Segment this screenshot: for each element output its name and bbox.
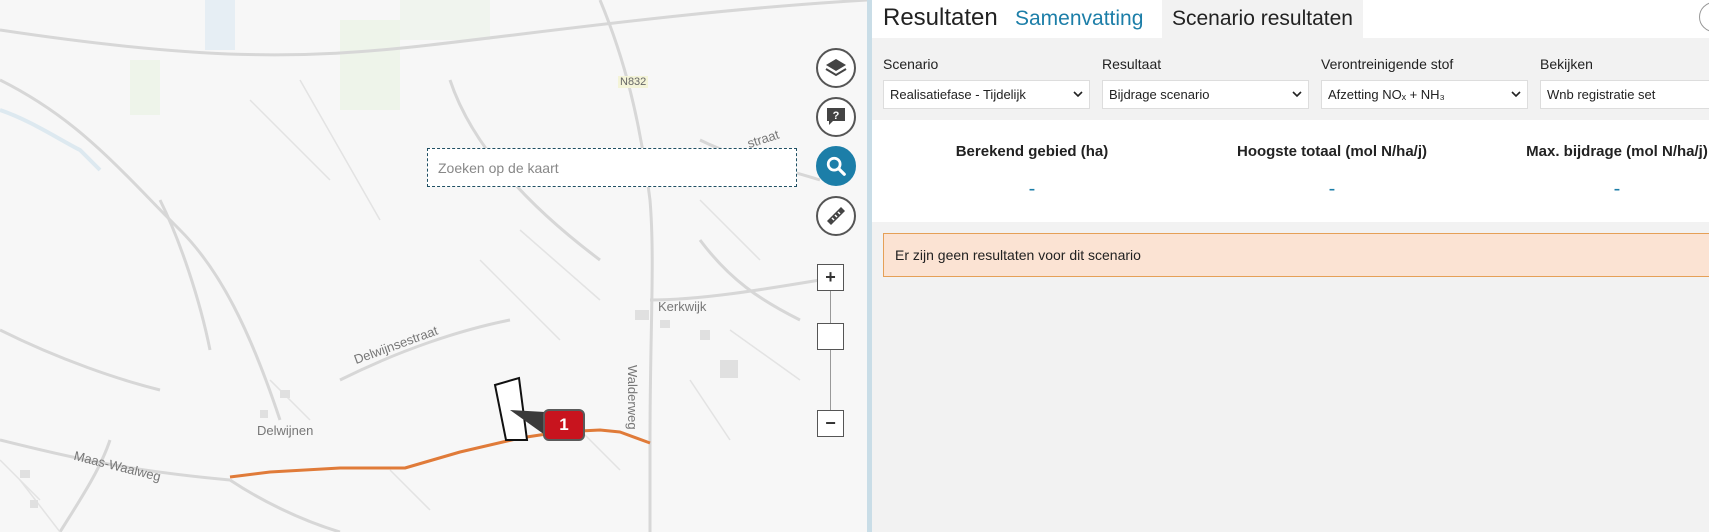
stat-max-contribution-label: Max. bijdrage (mol N/ha/j) [1526, 143, 1708, 160]
chevron-down-icon [1292, 91, 1302, 98]
panel-header: Resultaten Samenvatting Scenario resulta… [872, 0, 1709, 38]
no-results-notice: Er zijn geen resultaten voor dit scenari… [883, 233, 1709, 277]
scenario-select[interactable]: Realisatiefase - Tijdelijk [883, 80, 1090, 109]
zoom-track [830, 278, 831, 422]
map-basemap [0, 0, 867, 532]
map-search-input[interactable] [438, 159, 786, 176]
stat-calculated-area-value: - [1028, 178, 1036, 200]
place-label-delwijnen: Delwijnen [257, 423, 314, 438]
zoom-slider-handle[interactable] [817, 323, 844, 350]
zoom-out-button[interactable]: − [817, 410, 844, 437]
svg-text:?: ? [833, 110, 840, 122]
map-view[interactable]: N832 Kerkwijk Delwijnsestraat Delwijnen … [0, 0, 867, 532]
panel-corner-button[interactable] [1699, 2, 1709, 32]
layers-icon [825, 59, 847, 77]
stat-max-contribution-value: - [1613, 178, 1621, 200]
scenario-select-value: Realisatiefase - Tijdelijk [890, 87, 1026, 102]
stat-calculated-area-label: Berekend gebied (ha) [955, 143, 1109, 160]
view-select[interactable]: Wnb registratie set [1540, 80, 1709, 109]
search-icon [826, 156, 846, 176]
results-panel: Resultaten Samenvatting Scenario resulta… [872, 0, 1709, 532]
result-select[interactable]: Bijdrage scenario [1102, 80, 1309, 109]
tab-summary[interactable]: Samenvatting [1005, 0, 1153, 38]
chevron-down-icon [1073, 91, 1083, 98]
place-label-kerkwijk: Kerkwijk [658, 299, 707, 314]
search-button[interactable] [816, 146, 856, 186]
tab-scenario-results[interactable]: Scenario resultaten [1162, 0, 1363, 38]
zoom-in-button[interactable]: + [817, 264, 844, 291]
stats-summary: Berekend gebied (ha) - Hoogste totaal (m… [872, 120, 1709, 222]
help-icon: ? [827, 108, 845, 125]
pollutant-select[interactable]: Afzetting NOₓ + NH₃ [1321, 80, 1528, 109]
view-select-value: Wnb registratie set [1547, 87, 1656, 102]
map-search-box[interactable] [427, 148, 797, 187]
road-label-n832: N832 [618, 76, 649, 88]
result-select-value: Bijdrage scenario [1109, 87, 1210, 102]
ruler-icon [827, 207, 845, 225]
chevron-down-icon [1511, 91, 1521, 98]
measure-button[interactable] [816, 196, 856, 236]
stat-highest-total-label: Hoogste totaal (mol N/ha/j) [1236, 143, 1427, 160]
panel-title: Resultaten [883, 4, 998, 31]
view-label: Bekijken [1540, 56, 1593, 72]
layers-button[interactable] [816, 48, 856, 88]
pollutant-select-value: Afzetting NOₓ + NH₃ [1328, 87, 1445, 102]
source-marker[interactable]: 1 [543, 409, 585, 441]
pollutant-label: Verontreinigende stof [1321, 56, 1454, 72]
stat-highest-total-value: - [1328, 178, 1336, 200]
scenario-label: Scenario [883, 56, 939, 72]
street-label-walderweg: Walderweg [625, 365, 640, 430]
result-label: Resultaat [1102, 56, 1162, 72]
help-button[interactable]: ? [816, 97, 856, 137]
